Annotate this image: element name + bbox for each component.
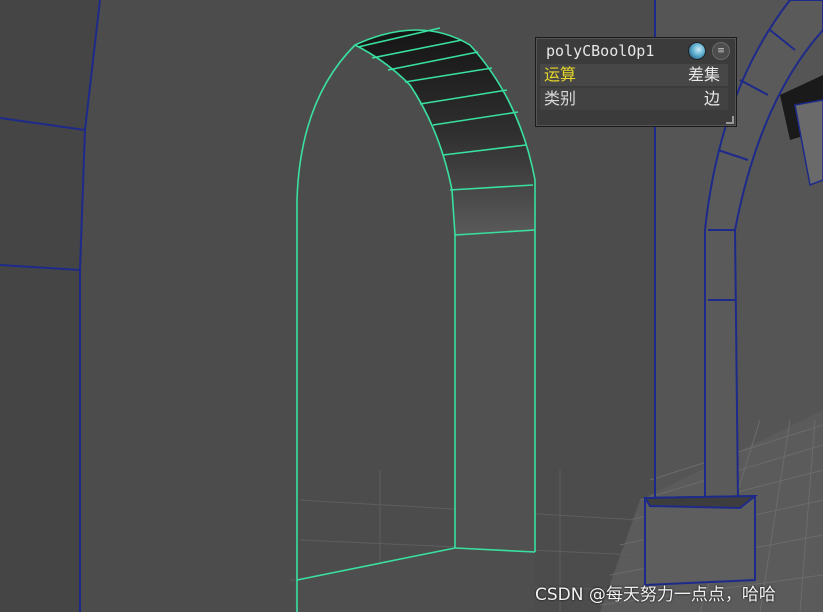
- attribute-row-operation[interactable]: 运算 差集: [540, 64, 728, 86]
- menu-icon[interactable]: ≡: [712, 42, 730, 60]
- node-title: polyCBoolOp1: [546, 42, 655, 60]
- globe-icon[interactable]: [688, 42, 706, 60]
- attribute-label: 运算: [544, 65, 577, 84]
- attribute-value[interactable]: 差集: [688, 64, 720, 86]
- watermark-text: CSDN @每天努力一点点，哈哈: [535, 585, 776, 605]
- attribute-row-type[interactable]: 类别 边: [540, 88, 728, 110]
- in-view-editor-panel[interactable]: polyCBoolOp1 ≡ 运算 差集 类别 边: [535, 37, 737, 127]
- attribute-value[interactable]: 边: [704, 88, 720, 110]
- attribute-label: 类别: [544, 89, 577, 108]
- resize-handle[interactable]: [726, 116, 734, 124]
